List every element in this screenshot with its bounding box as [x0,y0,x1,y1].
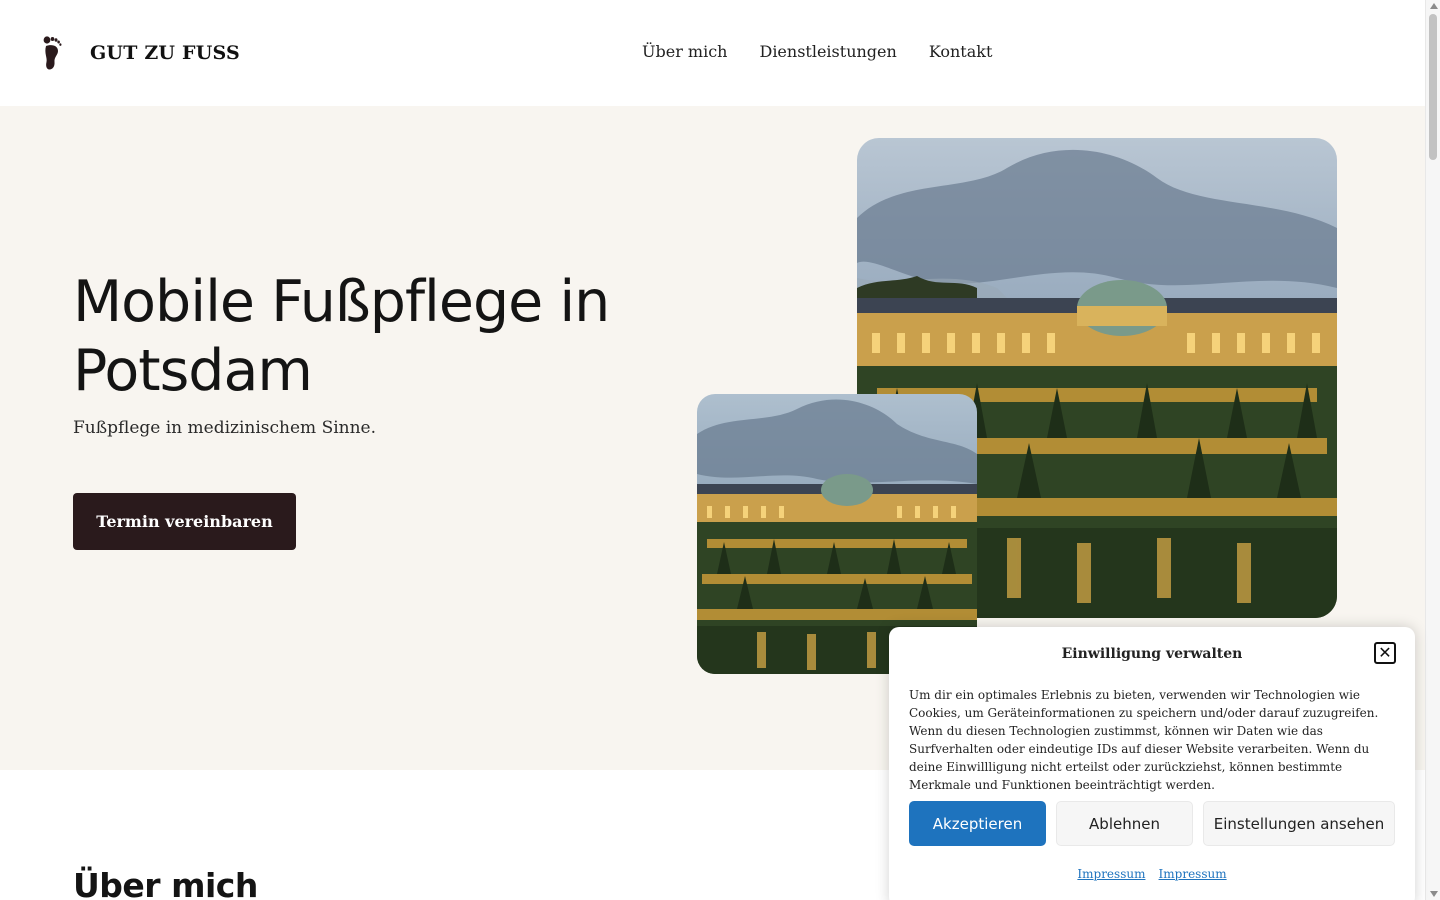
consent-links: Impressum Impressum [889,863,1415,882]
nav-link-kontakt[interactable]: Kontakt [929,42,993,61]
scroll-down-arrow-icon[interactable] [1430,891,1438,897]
deny-button[interactable]: Ablehnen [1056,801,1193,846]
cookie-consent-dialog: Einwilligung verwalten ✕ Um dir ein opti… [889,627,1415,900]
scrollbar-thumb[interactable] [1429,14,1437,160]
view-preferences-button[interactable]: Einstellungen ansehen [1203,801,1395,846]
consent-description: Um dir ein optimales Erlebnis zu bieten,… [909,688,1379,792]
nav-link-ueber-mich[interactable]: Über mich [642,42,727,61]
nav-link-dienstleistungen[interactable]: Dienstleistungen [759,42,896,61]
accept-button[interactable]: Akzeptieren [909,801,1046,846]
main-nav: Über mich Dienstleistungen Kontakt [642,42,992,61]
logo-link[interactable]: GUT ZU FUSS [42,36,240,70]
hero-subtitle: Fußpflege in medizinischem Sinne. [73,418,377,438]
page-scrollbar[interactable] [1425,0,1440,900]
scroll-up-arrow-icon[interactable] [1430,3,1438,9]
footprint-icon [43,36,62,70]
impressum-link[interactable]: Impressum [1159,867,1227,881]
appointment-button[interactable]: Termin vereinbaren [73,493,296,550]
hero-title: Mobile Fußpflege in Potsdam [73,269,610,404]
consent-title: Einwilligung verwalten [1061,646,1243,662]
logo-text: GUT ZU FUSS [90,42,240,64]
site-header: GUT ZU FUSS Über mich Dienstleistungen K… [0,0,1425,106]
impressum-link[interactable]: Impressum [1077,867,1145,881]
about-section-title: Über mich [73,866,258,900]
close-icon[interactable]: ✕ [1374,642,1396,664]
